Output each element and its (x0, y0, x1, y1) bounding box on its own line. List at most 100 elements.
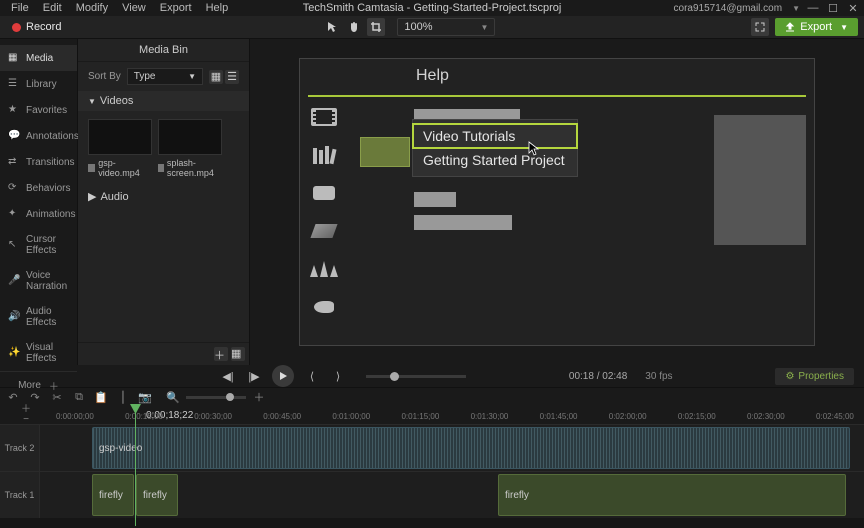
timeline-scrollbar[interactable] (0, 518, 864, 528)
clip-icon (88, 164, 95, 172)
annotations-icon: 💬 (8, 130, 20, 142)
timeline-clip[interactable]: firefly (136, 474, 178, 516)
zoom-out-button[interactable]: 🔍 (166, 390, 180, 404)
menu-export[interactable]: Export (153, 0, 199, 16)
track-remove-button[interactable]: − (23, 416, 29, 424)
ruler-tick: 0:01:45;00 (540, 412, 578, 424)
selection-box (360, 137, 410, 167)
select-tool[interactable] (323, 18, 341, 36)
tool-sidebar: ▦Media ☰Library ★Favorites 💬Annotations … (0, 39, 78, 365)
sidebar-item-animations[interactable]: ✦Animations (0, 201, 77, 227)
clip-label: firefly (143, 490, 167, 501)
video-left-icons (308, 107, 340, 317)
media-clip[interactable]: splash-screen.mp4 (158, 119, 222, 178)
prev-frame-button[interactable]: ◀| (220, 368, 236, 384)
sidebar-item-voice-narration[interactable]: 🎤Voice Narration (0, 263, 77, 299)
export-button[interactable]: Export ▼ (775, 18, 858, 36)
record-icon (12, 23, 21, 32)
sidebar-item-audio-effects[interactable]: 🔊 Audio Effects (0, 299, 77, 335)
triangles-icon (308, 259, 340, 279)
menu-edit[interactable]: Edit (36, 0, 69, 16)
help-menu-item-tutorials[interactable]: Video Tutorials (413, 124, 577, 148)
library-icon: ☰ (8, 78, 20, 90)
playback-time: 00:18 / 02:48 (569, 371, 627, 382)
clip-label: firefly (505, 490, 529, 501)
playhead[interactable] (135, 406, 136, 526)
track-label[interactable]: Track 2 (0, 425, 40, 471)
record-button[interactable]: Record (6, 19, 67, 35)
zoom-value: 100% (404, 21, 432, 33)
help-dropdown-menu: Video Tutorials Getting Started Project (412, 119, 578, 177)
sidebar-item-media[interactable]: ▦Media (0, 45, 77, 71)
track-row: Track 1 firefly firefly firefly (0, 471, 864, 518)
maximize-button[interactable]: ☐ (826, 1, 840, 15)
crop-tool[interactable] (367, 18, 385, 36)
sidebar-item-annotations[interactable]: 💬Annotations (0, 123, 77, 149)
sidebar-item-cursor-effects[interactable]: ↖Cursor Effects (0, 227, 77, 263)
menu-file[interactable]: File (4, 0, 36, 16)
menu-help[interactable]: Help (199, 0, 236, 16)
split-button[interactable]: ⎮ (116, 390, 130, 404)
timeline-zoom-slider[interactable] (186, 396, 246, 399)
folder-label: Videos (100, 95, 133, 107)
step-fwd-button[interactable]: ⟨ (304, 368, 320, 384)
menu-view[interactable]: View (115, 0, 153, 16)
view-grid-button[interactable]: ▦ (209, 70, 223, 84)
sidebar-item-label: Cursor Effects (26, 234, 69, 256)
copy-button[interactable]: ⧉ (72, 390, 86, 404)
menu-modify[interactable]: Modify (69, 0, 115, 16)
timeline-clip[interactable]: firefly (498, 474, 846, 516)
time-ruler[interactable]: 0:00:00;00 0:00:15;00 0:00:30;00 0:00:45… (52, 412, 858, 424)
play-button[interactable] (272, 365, 294, 387)
animations-icon: ✦ (8, 208, 20, 220)
sidebar-item-favorites[interactable]: ★Favorites (0, 97, 77, 123)
view-list-button[interactable]: ☰ (225, 70, 239, 84)
help-menu-item-getting-started[interactable]: Getting Started Project (413, 148, 577, 172)
help-heading: Help (416, 63, 449, 89)
hand-tool[interactable] (345, 18, 363, 36)
canvas-frame[interactable]: Help Video Tutori (299, 58, 815, 346)
triangle-down-icon: ▼ (88, 97, 96, 106)
sidebar-item-transitions[interactable]: ⇄Transitions (0, 149, 77, 175)
sidebar-item-label: Audio Effects (26, 306, 69, 328)
track-area[interactable]: gsp-video (40, 425, 864, 471)
sidebar-item-visual-effects[interactable]: ✨Visual Effects (0, 335, 77, 371)
track-area[interactable]: firefly firefly firefly (40, 472, 864, 518)
screenshot-button[interactable]: 📷 (138, 390, 152, 404)
timeline-clip[interactable]: firefly (92, 474, 134, 516)
redo-button[interactable]: ↷ (28, 390, 42, 404)
media-grid-button[interactable]: ▦ (231, 347, 245, 361)
export-label: Export (800, 21, 832, 33)
clip-name: gsp-video.mp4 (98, 158, 152, 178)
close-button[interactable]: ✕ (846, 1, 860, 15)
user-account[interactable]: cora915714@gmail.com (674, 3, 783, 14)
gear-icon: ⚙ (785, 371, 794, 382)
audio-icon: 🔊 (8, 311, 20, 323)
playback-bar: ◀| |▶ ⟨ ⟩ 00:18 / 02:48 30 fps ⚙ Propert… (0, 365, 864, 387)
ruler-tick: 0:00:30;00 (194, 412, 232, 424)
paste-button[interactable]: 📋 (94, 390, 108, 404)
step-back-button[interactable]: |▶ (246, 368, 262, 384)
media-clip[interactable]: gsp-video.mp4 (88, 119, 152, 178)
zoom-dropdown[interactable]: 100% ▼ (397, 18, 495, 36)
next-frame-button[interactable]: ⟩ (330, 368, 346, 384)
track-label[interactable]: Track 1 (0, 472, 40, 518)
folder-audio[interactable]: ▶Audio (78, 186, 249, 207)
speed-slider[interactable] (366, 375, 466, 378)
undo-button[interactable]: ↶ (6, 390, 20, 404)
chevron-down-icon: ▼ (188, 72, 196, 81)
cut-button[interactable]: ✂ (50, 390, 64, 404)
sidebar-item-label: Behaviors (26, 183, 70, 194)
sort-dropdown[interactable]: Type▼ (127, 68, 203, 85)
ruler-tick: 0:02:30;00 (747, 412, 785, 424)
sidebar-item-behaviors[interactable]: ⟳Behaviors (0, 175, 77, 201)
sidebar-item-library[interactable]: ☰Library (0, 71, 77, 97)
detach-canvas-button[interactable] (751, 18, 769, 36)
zoom-in-button[interactable]: ＋ (252, 390, 266, 404)
minimize-button[interactable]: — (806, 1, 820, 15)
media-add-button[interactable]: ＋ (214, 347, 228, 361)
folder-videos[interactable]: ▼ Videos (78, 91, 249, 111)
properties-button[interactable]: ⚙ Properties (775, 368, 854, 385)
track-add-button[interactable]: ＋ (21, 406, 31, 414)
timeline-clip[interactable]: gsp-video (92, 427, 850, 469)
